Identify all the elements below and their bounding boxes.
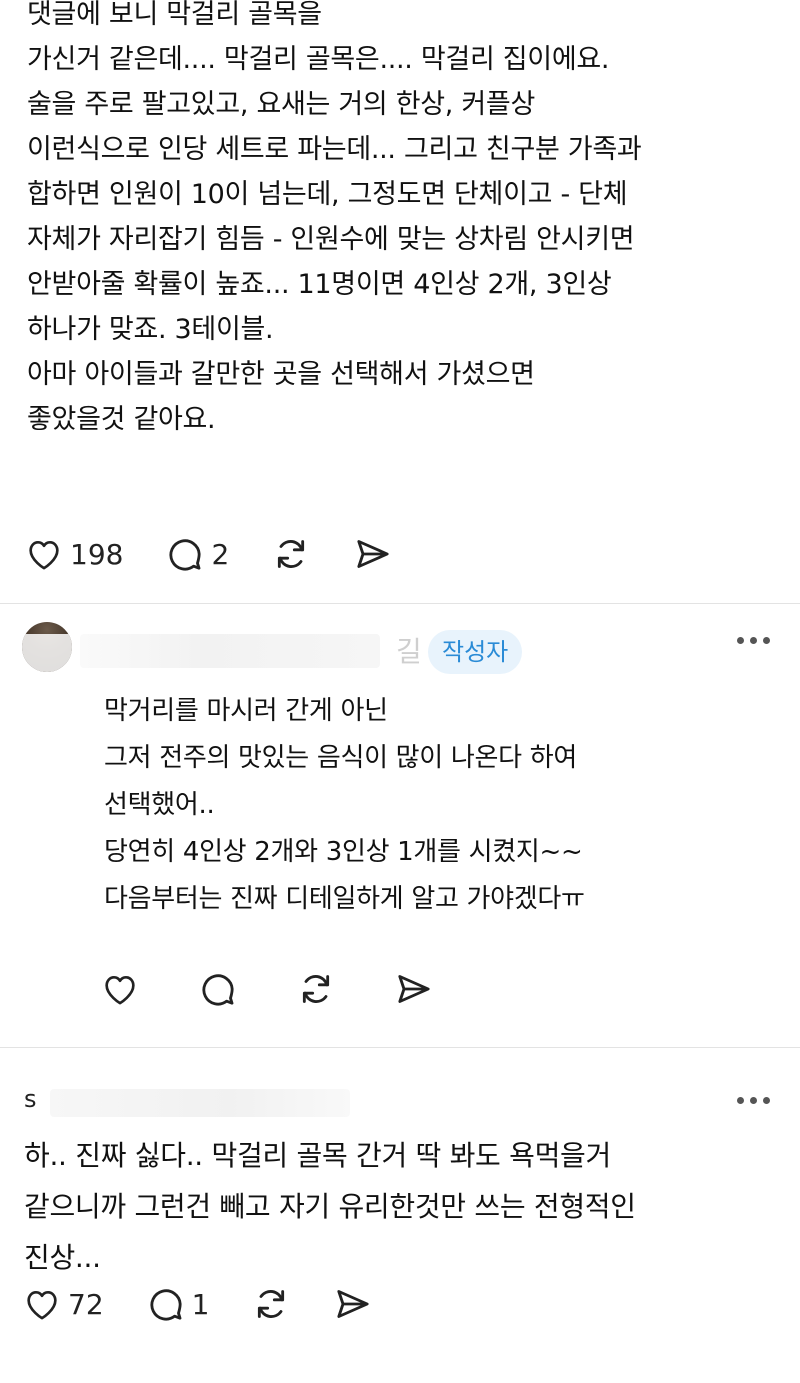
- post-line: 댓글에 보니 막걸리 골목을: [27, 0, 322, 30]
- divider: [0, 1047, 800, 1048]
- avatar[interactable]: [22, 622, 72, 672]
- like-button[interactable]: [100, 969, 140, 1009]
- post-line: 이런식으로 인당 세트로 파는데... 그리고 친구분 가족과: [27, 134, 642, 165]
- comment-actions: 72 1: [22, 1284, 415, 1324]
- post-line: 술을 주로 팔고있고, 요새는 거의 한상, 커플상: [27, 89, 535, 120]
- repost-button[interactable]: [296, 969, 336, 1009]
- heart-icon: [100, 969, 140, 1009]
- author-badge: 작성자: [428, 630, 523, 674]
- more-icon[interactable]: [737, 637, 770, 644]
- comment-line: 진상...: [24, 1241, 101, 1274]
- comment-button[interactable]: 2: [165, 534, 229, 574]
- comment-line: 하.. 진짜 싫다.. 막걸리 골목 간거 딱 봐도 욕먹을거: [24, 1139, 611, 1172]
- post-line: 안받아줄 확률이 높죠... 11명이면 4인상 2개, 3인상: [27, 269, 612, 300]
- repost-icon: [251, 1284, 291, 1324]
- comment-count: 1: [191, 1287, 210, 1321]
- reply-line: 선택했어..: [104, 790, 215, 820]
- like-count: 72: [68, 1287, 104, 1321]
- divider: [0, 603, 800, 604]
- post-line: 아마 아이들과 갈만한 곳을 선택해서 가셨으면: [27, 359, 535, 390]
- comment-line: 같으니까 그런건 빼고 자기 유리한것만 쓰는 전형적인: [24, 1190, 636, 1223]
- comment-button[interactable]: 1: [146, 1284, 210, 1324]
- post-text: 댓글에 보니 막걸리 골목을 가신거 같은데.... 막걸리 골목은.... 막…: [27, 0, 787, 442]
- share-button[interactable]: [333, 1284, 373, 1324]
- post-actions: 198 2: [24, 534, 435, 574]
- comment-count: 2: [211, 537, 230, 571]
- share-button[interactable]: [394, 969, 434, 1009]
- like-button[interactable]: 72: [22, 1284, 104, 1324]
- heart-icon: [24, 534, 64, 574]
- comment-icon: [198, 969, 238, 1009]
- like-count: 198: [70, 537, 124, 571]
- share-icon: [353, 534, 393, 574]
- repost-button[interactable]: [251, 1284, 291, 1324]
- reply-actions: [100, 969, 476, 1009]
- reply-text: 막거리를 마시러 간게 아닌 그저 전주의 맛있는 음식이 많이 나온다 하여 …: [104, 688, 585, 923]
- repost-button[interactable]: [271, 534, 311, 574]
- repost-icon: [271, 534, 311, 574]
- comment-icon: [165, 534, 205, 574]
- blurred-username: [80, 634, 380, 668]
- share-icon: [333, 1284, 373, 1324]
- like-button[interactable]: 198: [24, 534, 123, 574]
- heart-icon: [22, 1284, 62, 1324]
- reply-line: 막거리를 마시러 간게 아닌: [104, 696, 388, 726]
- post-line: 좋았을것 같아요.: [27, 404, 216, 435]
- more-icon[interactable]: [737, 1097, 770, 1104]
- comment-username[interactable]: s: [24, 1085, 37, 1113]
- comment-text: 하.. 진짜 싫다.. 막걸리 골목 간거 딱 봐도 욕먹을거 같으니까 그런건…: [24, 1130, 636, 1283]
- share-icon: [394, 969, 434, 1009]
- comment-button[interactable]: [198, 969, 238, 1009]
- post-line: 자체가 자리잡기 힘듬 - 인원수에 맞는 상차림 안시키면: [27, 224, 635, 255]
- post-line: 합하면 인원이 10이 넘는데, 그정도면 단체이고 - 단체: [27, 179, 628, 210]
- post-line: 하나가 맞죠. 3테이블.: [27, 314, 274, 345]
- reply-line: 당연히 4인상 2개와 3인상 1개를 시켰지~~: [104, 837, 583, 867]
- blurred-username: [50, 1089, 350, 1117]
- share-button[interactable]: [353, 534, 393, 574]
- reply-line: 그저 전주의 맛있는 음식이 많이 나온다 하여: [104, 743, 577, 773]
- comment-icon: [146, 1284, 186, 1324]
- post: 댓글에 보니 막걸리 골목을 가신거 같은데.... 막걸리 골목은.... 막…: [27, 0, 787, 442]
- repost-icon: [296, 969, 336, 1009]
- username-fragment: 길: [396, 635, 422, 668]
- reply-line: 다음부터는 진짜 디테일하게 알고 가야겠다ㅠ: [104, 884, 585, 914]
- post-line: 가신거 같은데.... 막걸리 골목은.... 막걸리 집이에요.: [27, 44, 610, 75]
